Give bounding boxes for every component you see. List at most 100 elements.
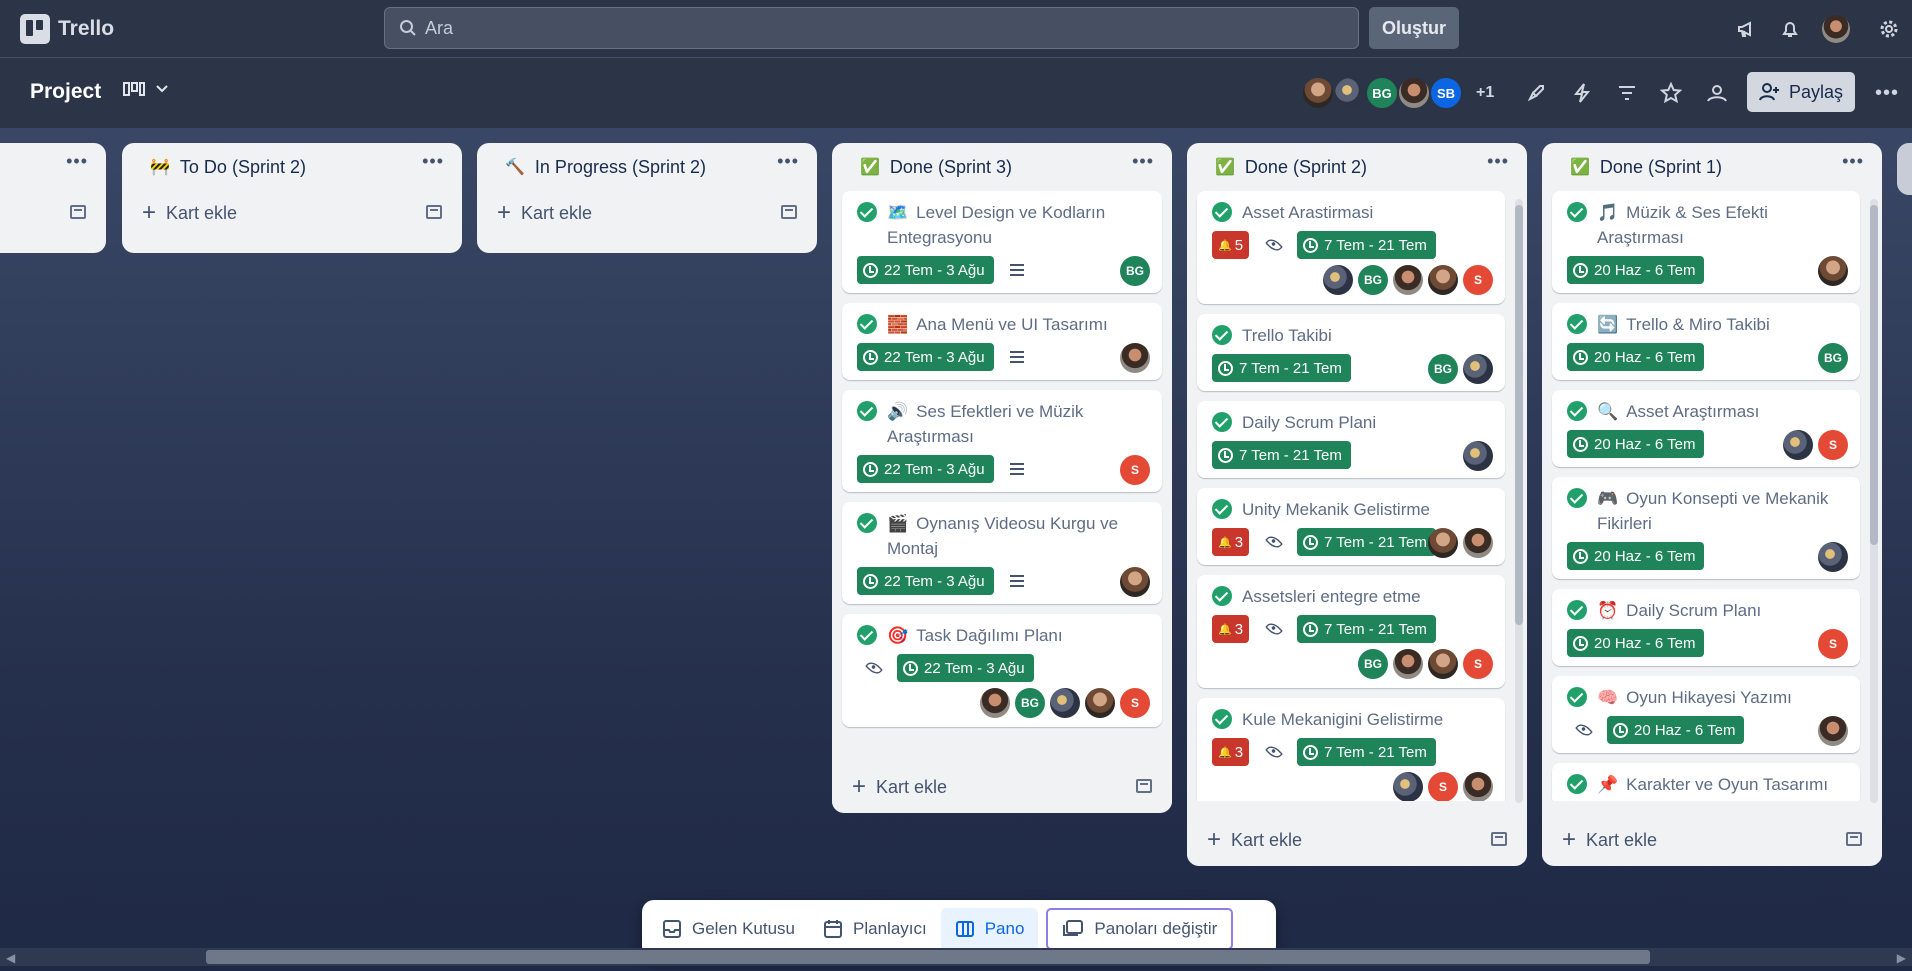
complete-check-icon[interactable]: [1567, 488, 1587, 508]
list-menu-icon[interactable]: •••: [422, 151, 444, 172]
due-date-badge[interactable]: 22 Tem - 3 Ağu: [857, 343, 994, 371]
complete-check-icon[interactable]: [1567, 774, 1587, 794]
complete-check-icon[interactable]: [857, 513, 877, 533]
card-member-avatar[interactable]: [1050, 688, 1080, 718]
card-template-icon[interactable]: [1846, 832, 1862, 846]
due-date-badge[interactable]: 22 Tem - 3 Ağu: [897, 654, 1034, 682]
card-member-avatar[interactable]: S: [1428, 772, 1458, 801]
member-avatar[interactable]: BG: [1365, 76, 1399, 110]
add-card-button[interactable]: + Kart ekle: [1187, 818, 1527, 862]
automation-lightning-icon[interactable]: [1569, 80, 1595, 106]
card-member-avatar[interactable]: BG: [1358, 265, 1388, 295]
star-icon[interactable]: [1658, 80, 1684, 106]
card-member-avatar[interactable]: [1428, 649, 1458, 679]
list-column[interactable]: 🚧 To Do (Sprint 2) ••• + Kart ekle: [122, 143, 462, 253]
power-ups-rocket-icon[interactable]: [1523, 80, 1549, 106]
due-date-badge[interactable]: 22 Tem - 3 Ağu: [857, 567, 994, 595]
list-header[interactable]: ✅ Done (Sprint 2) •••: [1187, 143, 1527, 191]
add-card-button[interactable]: + Kart ekle: [832, 765, 1172, 809]
complete-check-icon[interactable]: [857, 625, 877, 645]
due-date-badge[interactable]: 20 Haz - 6 Tem: [1567, 256, 1705, 284]
card-member-avatar[interactable]: [1323, 265, 1353, 295]
list-title[interactable]: Done (Sprint 1): [1600, 157, 1722, 178]
complete-check-icon[interactable]: [1212, 709, 1232, 729]
card-member-avatar[interactable]: [1783, 430, 1813, 460]
filter-icon[interactable]: [1614, 80, 1640, 106]
list-column[interactable]: ✅ Done (Sprint 2) ••• Asset Arastirmasi 🔔 5 7 …: [1187, 143, 1527, 866]
card-template-icon[interactable]: [781, 205, 797, 219]
due-date-badge[interactable]: 7 Tem - 21 Tem: [1212, 441, 1351, 469]
board-title[interactable]: Project: [30, 80, 101, 104]
card-member-avatar[interactable]: [1393, 265, 1423, 295]
add-card-button[interactable]: [0, 191, 106, 235]
card[interactable]: 🔍 Asset Araştırması 20 Haz - 6 Tem S: [1552, 390, 1860, 467]
planner-button[interactable]: Planlayıcı: [809, 908, 941, 950]
list-title[interactable]: To Do (Sprint 2): [180, 157, 306, 178]
complete-check-icon[interactable]: [1212, 202, 1232, 222]
share-button[interactable]: Paylaş: [1747, 72, 1855, 112]
user-avatar[interactable]: [1822, 15, 1850, 43]
list-column[interactable]: 🔨 In Progress (Sprint 2) ••• + Kart ekle: [477, 143, 817, 253]
card-member-avatar[interactable]: [1818, 542, 1848, 572]
list-scrollbar-thumb[interactable]: [1870, 205, 1878, 545]
card-member-avatar[interactable]: S: [1120, 455, 1150, 485]
complete-check-icon[interactable]: [1212, 499, 1232, 519]
card[interactable]: Daily Scrum Plani 7 Tem - 21 Tem: [1197, 401, 1505, 478]
member-avatar[interactable]: SB: [1429, 76, 1463, 110]
list-menu-icon[interactable]: •••: [777, 151, 799, 172]
card[interactable]: 🎬 Oynanış Videosu Kurgu ve Montaj 22 Tem -…: [842, 502, 1162, 604]
list-scrollbar-thumb[interactable]: [1515, 205, 1523, 625]
member-avatar[interactable]: [1397, 76, 1431, 110]
complete-check-icon[interactable]: [857, 314, 877, 334]
card-member-avatar[interactable]: [1120, 343, 1150, 373]
due-date-badge[interactable]: 7 Tem - 21 Tem: [1297, 615, 1436, 643]
list-header[interactable]: 🔨 In Progress (Sprint 2) •••: [477, 143, 817, 191]
add-card-button[interactable]: + Kart ekle: [1542, 818, 1882, 862]
card[interactable]: 🧱 Ana Menü ve UI Tasarımı 22 Tem - 3 Ağu: [842, 303, 1162, 380]
due-date-badge[interactable]: 7 Tem - 21 Tem: [1212, 354, 1351, 382]
card-member-avatar[interactable]: [1818, 716, 1848, 746]
due-date-badge[interactable]: 22 Tem - 3 Ağu: [857, 455, 994, 483]
due-date-badge[interactable]: 22 Tem - 3 Ağu: [857, 256, 994, 284]
card-member-avatar[interactable]: [1428, 265, 1458, 295]
card-member-avatar[interactable]: [980, 688, 1010, 718]
list-header[interactable]: ✅ Done (Sprint 3) •••: [832, 143, 1172, 191]
settings-gear-icon[interactable]: [1876, 16, 1902, 42]
complete-check-icon[interactable]: [1567, 202, 1587, 222]
complete-check-icon[interactable]: [1212, 412, 1232, 432]
more-menu-icon[interactable]: •••: [1874, 80, 1900, 106]
bell-icon[interactable]: [1777, 16, 1803, 42]
list-column[interactable]: ✅ Done (Sprint 3) ••• 🗺️ Level Design ve Kod…: [832, 143, 1172, 813]
card-member-avatar[interactable]: BG: [1015, 688, 1045, 718]
member-avatar[interactable]: [1333, 76, 1367, 110]
scroll-left-arrow-icon[interactable]: ◀: [6, 951, 15, 965]
card-member-avatar[interactable]: S: [1463, 265, 1493, 295]
due-date-badge[interactable]: 7 Tem - 21 Tem: [1297, 231, 1436, 259]
complete-check-icon[interactable]: [1567, 314, 1587, 334]
card-member-avatar[interactable]: [1463, 528, 1493, 558]
due-date-badge[interactable]: 20 Haz - 6 Tem: [1567, 343, 1705, 371]
card-member-avatar[interactable]: [1818, 256, 1848, 286]
list-menu-icon[interactable]: •••: [1842, 151, 1864, 172]
add-card-button[interactable]: + Kart ekle: [477, 191, 817, 235]
complete-check-icon[interactable]: [857, 202, 877, 222]
due-date-badge[interactable]: 20 Haz - 6 Tem: [1567, 629, 1705, 657]
scroll-right-arrow-icon[interactable]: ▶: [1897, 951, 1906, 965]
card-member-avatar[interactable]: [1428, 528, 1458, 558]
card[interactable]: 📌 Karakter ve Oyun Tasarımı: [1552, 763, 1860, 801]
horizontal-scrollbar-thumb[interactable]: [206, 950, 1650, 964]
switch-boards-button[interactable]: Panoları değiştir: [1046, 908, 1234, 950]
card-template-icon[interactable]: [1136, 779, 1152, 793]
list-column[interactable]: •••: [0, 143, 106, 253]
due-date-badge[interactable]: 7 Tem - 21 Tem: [1297, 528, 1436, 556]
horizontal-scrollbar[interactable]: ◀ ▶: [0, 948, 1912, 966]
megaphone-icon[interactable]: [1733, 16, 1759, 42]
list-header[interactable]: ✅ Done (Sprint 1) •••: [1542, 143, 1882, 191]
complete-check-icon[interactable]: [1567, 401, 1587, 421]
card[interactable]: 🎵 Müzik & Ses Efekti Araştırması 20 Haz - …: [1552, 191, 1860, 293]
due-date-badge[interactable]: 20 Haz - 6 Tem: [1607, 716, 1745, 744]
card[interactable]: 🗺️ Level Design ve Kodların Entegrasyonu 2…: [842, 191, 1162, 293]
card[interactable]: ⏰ Daily Scrum Planı 20 Haz - 6 Tem S: [1552, 589, 1860, 666]
card-member-avatar[interactable]: [1393, 772, 1423, 801]
card[interactable]: Trello Takibi 7 Tem - 21 Tem BG: [1197, 314, 1505, 391]
